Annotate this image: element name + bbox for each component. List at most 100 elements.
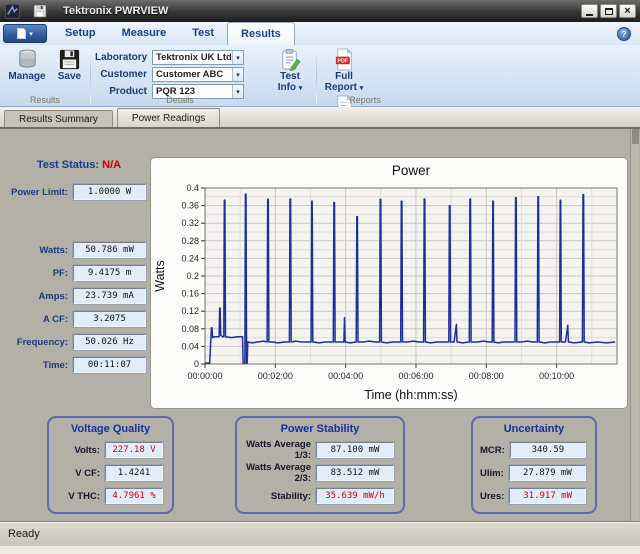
watts-average-13-value: 87.100 mW bbox=[316, 442, 394, 458]
a-cf-value: 3.2075 bbox=[73, 311, 146, 327]
power-limit-row: Power Limit: 1.0000 W bbox=[6, 184, 146, 200]
row-mcr: MCR: 340.59 bbox=[480, 442, 586, 458]
vertical-scrollbar[interactable] bbox=[630, 129, 639, 521]
amps-value: 23.739 mA bbox=[73, 288, 146, 304]
maximize-button[interactable] bbox=[600, 4, 617, 18]
tab-power-readings[interactable]: Power Readings bbox=[117, 108, 220, 127]
power-chart: 00.040.080.120.160.20.240.280.320.360.40… bbox=[151, 158, 627, 408]
chevron-down-icon: ▾ bbox=[360, 85, 364, 92]
readout-row-frequency: Frequency: 50.026 Hz bbox=[6, 334, 146, 350]
manage-button[interactable]: Manage bbox=[6, 47, 48, 82]
manage-button-label: Manage bbox=[8, 71, 45, 82]
svg-text:00:04:00: 00:04:00 bbox=[328, 371, 363, 381]
svg-text:0.24: 0.24 bbox=[181, 253, 199, 263]
chevron-down-icon: ▾ bbox=[29, 30, 33, 38]
close-button[interactable]: × bbox=[619, 4, 636, 18]
measurement-readouts: Watts: 50.786 mW PF: 9.4175 m Amps: 23.7… bbox=[6, 242, 146, 380]
row-watts-avg-13: Watts Average 1/3: 87.100 mW bbox=[244, 442, 394, 458]
application-menu-button[interactable]: ▾ bbox=[3, 24, 47, 43]
row-stability: Stability: 35.639 mW/h bbox=[244, 488, 394, 504]
ribbon-tab-measure[interactable]: Measure bbox=[109, 22, 180, 45]
power-chart-panel: 00.040.080.120.160.20.240.280.320.360.40… bbox=[150, 157, 628, 409]
customer-select[interactable]: Customer ABC ▾ bbox=[152, 67, 244, 82]
pf-value: 9.4175 m bbox=[73, 265, 146, 281]
svg-text:00:06:00: 00:06:00 bbox=[398, 371, 433, 381]
ribbon-group-results: Manage Save Results bbox=[0, 45, 90, 106]
ribbon-group-label: Results bbox=[0, 95, 90, 105]
window-bottom-edge bbox=[0, 546, 640, 554]
test-info-button[interactable]: Test Info ▾ bbox=[269, 47, 311, 106]
ribbon-group-label: Reports bbox=[317, 95, 413, 105]
ures-value: 31.917 mW bbox=[509, 488, 586, 504]
ribbon-tab-strip: ▾ Setup Measure Test Results ? bbox=[0, 22, 640, 45]
svg-text:0.4: 0.4 bbox=[186, 183, 199, 193]
app-icon[interactable] bbox=[5, 4, 20, 19]
help-icon[interactable]: ? bbox=[617, 27, 631, 41]
svg-text:0.28: 0.28 bbox=[181, 236, 199, 246]
time-label: Time: bbox=[6, 360, 68, 371]
v-cf-value: 1.4241 bbox=[105, 465, 163, 481]
status-bar: Ready bbox=[0, 521, 640, 546]
ulim-value: 27.879 mW bbox=[509, 465, 586, 481]
readout-row-time: Time: 00:11:07 bbox=[6, 357, 146, 373]
divider bbox=[0, 127, 640, 129]
minimize-button[interactable] bbox=[581, 4, 598, 18]
volts-value: 227.18 V bbox=[105, 442, 163, 458]
database-icon bbox=[16, 48, 39, 71]
pdf-icon: PDF bbox=[333, 48, 356, 71]
test-info-icon bbox=[279, 48, 302, 71]
uncertainty-panel: Uncertainty MCR: 340.59 Ulim: 27.879 mW … bbox=[471, 416, 597, 514]
ribbon: Manage Save Results Laboratory bbox=[0, 45, 640, 107]
row-volts: Volts: 227.18 V bbox=[56, 442, 163, 458]
svg-text:0.12: 0.12 bbox=[181, 306, 199, 316]
v-cf-label: V CF: bbox=[56, 468, 100, 479]
scrollbar-thumb[interactable] bbox=[632, 129, 639, 144]
panel-title: Uncertainty bbox=[473, 423, 595, 435]
laboratory-value: Tektronix UK Ltd bbox=[153, 52, 232, 63]
svg-text:00:00:00: 00:00:00 bbox=[187, 371, 222, 381]
power-readings-view: Test Status: N/A Power Limit: 1.0000 W W… bbox=[0, 129, 640, 521]
test-status-value: N/A bbox=[102, 159, 121, 171]
floppy-icon bbox=[58, 48, 81, 71]
ribbon-tab-test[interactable]: Test bbox=[179, 22, 227, 45]
svg-text:Time (hh:mm:ss): Time (hh:mm:ss) bbox=[364, 388, 457, 402]
window-controls: × bbox=[581, 4, 636, 18]
quick-save-icon[interactable] bbox=[33, 4, 47, 18]
ulim-label: Ulim: bbox=[480, 468, 504, 479]
watts-average-13-label: Watts Average 1/3: bbox=[244, 439, 311, 461]
row-ures: Ures: 31.917 mW bbox=[480, 488, 586, 504]
laboratory-select[interactable]: Tektronix UK Ltd ▾ bbox=[152, 50, 244, 65]
svg-text:Watts: Watts bbox=[153, 260, 167, 291]
stability-value: 35.639 mW/h bbox=[316, 488, 394, 504]
save-button-label: Save bbox=[58, 71, 81, 82]
ribbon-group-details: Laboratory Tektronix UK Ltd ▾ Customer C… bbox=[91, 45, 269, 106]
v-thc-value: 4.7961 % bbox=[105, 488, 163, 504]
stability-label: Stability: bbox=[244, 491, 311, 502]
chevron-down-icon: ▾ bbox=[232, 68, 243, 81]
row-v-thc: V THC: 4.7961 % bbox=[56, 488, 163, 504]
maximize-icon bbox=[605, 8, 613, 15]
ribbon-group-label: Details bbox=[91, 95, 269, 105]
full-report-label-line1: Full bbox=[335, 71, 353, 82]
row-v-cf: V CF: 1.4241 bbox=[56, 465, 163, 481]
view-tab-strip: Results Summary Power Readings bbox=[0, 107, 640, 127]
svg-text:00:02:00: 00:02:00 bbox=[258, 371, 293, 381]
tab-results-summary[interactable]: Results Summary bbox=[4, 110, 113, 127]
document-icon bbox=[17, 28, 26, 39]
svg-text:0: 0 bbox=[194, 359, 199, 369]
ribbon-tab-setup[interactable]: Setup bbox=[52, 22, 109, 45]
time-value: 00:11:07 bbox=[73, 357, 146, 373]
readout-row-acf: A CF: 3.2075 bbox=[6, 311, 146, 327]
ribbon-tab-results[interactable]: Results bbox=[227, 22, 295, 45]
full-report-button[interactable]: PDF Full Report ▾ bbox=[321, 47, 367, 94]
close-icon: × bbox=[624, 6, 630, 16]
power-limit-value: 1.0000 W bbox=[73, 184, 146, 200]
readout-row-amps: Amps: 23.739 mA bbox=[6, 288, 146, 304]
svg-text:00:08:00: 00:08:00 bbox=[469, 371, 504, 381]
save-button[interactable]: Save bbox=[52, 47, 86, 82]
svg-text:0.04: 0.04 bbox=[181, 341, 199, 351]
minimize-icon bbox=[586, 14, 593, 16]
pf-label: PF: bbox=[6, 268, 68, 279]
svg-text:0.16: 0.16 bbox=[181, 289, 199, 299]
v-thc-label: V THC: bbox=[56, 491, 100, 502]
